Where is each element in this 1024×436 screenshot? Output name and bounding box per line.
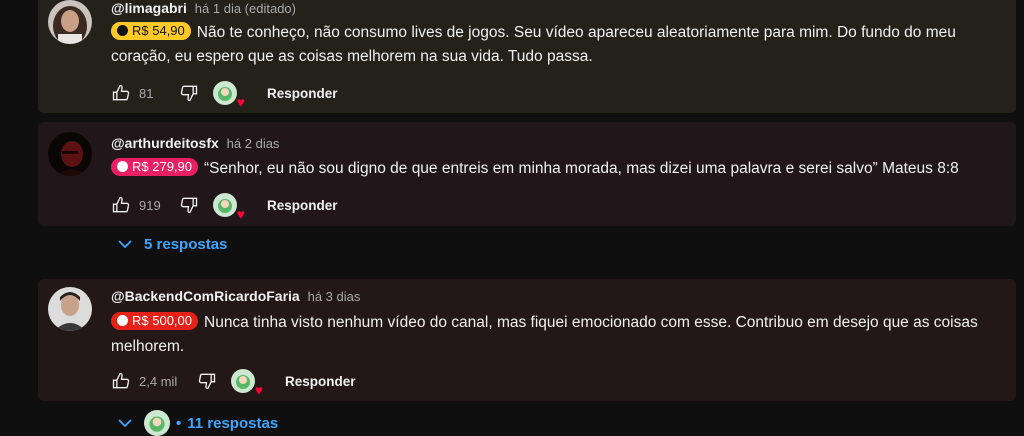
creator-avatar	[144, 410, 170, 436]
creator-heart-icon: ♥	[231, 367, 263, 397]
reply-button[interactable]: Responder	[285, 374, 356, 389]
author-handle[interactable]: @limagabri	[111, 0, 187, 16]
comment-2: @arthurdeitosfx há 2 dias R$ 279,90 “Sen…	[38, 122, 1016, 226]
comment-actions: 2,4 mil ♥ Responder	[111, 367, 356, 397]
separator-dot: •	[176, 414, 182, 432]
comment-header: @arthurdeitosfx há 2 dias	[111, 135, 279, 151]
comment-time[interactable]: há 1 dia (editado)	[195, 1, 296, 16]
creator-heart-icon: ♥	[213, 79, 245, 109]
thumb-down-icon[interactable]	[179, 83, 199, 103]
comment-body: “Senhor, eu não sou digno de que entreis…	[204, 160, 959, 177]
comment-header: @limagabri há 1 dia (editado)	[111, 0, 296, 16]
comment-text: R$ 500,00 Nunca tinha visto nenhum vídeo…	[111, 311, 986, 359]
avatar[interactable]	[48, 0, 92, 44]
replies-count: 11 respostas	[187, 414, 279, 432]
comment-header: @BackendComRicardoFaria há 3 dias	[111, 288, 360, 304]
comment-actions: 81 ♥ Responder	[111, 79, 338, 109]
comment-time[interactable]: há 3 dias	[308, 289, 361, 304]
comment-body: Nunca tinha visto nenhum vídeo do canal,…	[111, 314, 978, 355]
thumb-up-icon[interactable]	[111, 195, 131, 215]
author-handle[interactable]: @BackendComRicardoFaria	[111, 288, 300, 304]
replies-count: 5 respostas	[144, 235, 228, 253]
thumb-up-icon[interactable]	[111, 83, 131, 103]
creator-avatar	[213, 81, 237, 105]
reply-button[interactable]: Responder	[267, 198, 338, 213]
comment-body: Não te conheço, não consumo lives de jog…	[111, 24, 956, 65]
comment-actions: 919 ♥ Responder	[111, 191, 338, 221]
super-thanks-amount: R$ 54,90	[132, 22, 185, 38]
super-thanks-amount: R$ 500,00	[132, 312, 192, 328]
super-thanks-icon	[117, 161, 128, 172]
creator-avatar	[231, 369, 255, 393]
comment-text: R$ 279,90 “Senhor, eu não sou digno de q…	[111, 157, 986, 181]
view-replies-button[interactable]: • 11 respostas	[116, 410, 278, 436]
chevron-down-icon	[116, 235, 134, 253]
comment-time[interactable]: há 2 dias	[227, 136, 280, 151]
creator-avatar	[213, 193, 237, 217]
thumb-up-icon[interactable]	[111, 371, 131, 391]
view-replies-button[interactable]: 5 respostas	[116, 235, 227, 253]
comment-3: @BackendComRicardoFaria há 3 dias R$ 500…	[38, 279, 1016, 401]
like-count: 919	[139, 197, 161, 213]
thumb-down-icon[interactable]	[179, 195, 199, 215]
super-thanks-amount: R$ 279,90	[132, 158, 192, 174]
reply-button[interactable]: Responder	[267, 86, 338, 101]
super-thanks-badge: R$ 500,00	[111, 311, 198, 330]
super-thanks-badge: R$ 279,90	[111, 157, 198, 176]
avatar[interactable]	[48, 132, 92, 176]
creator-heart-icon: ♥	[213, 191, 245, 221]
avatar[interactable]	[48, 287, 92, 331]
super-thanks-badge: R$ 54,90	[111, 21, 191, 40]
super-thanks-icon	[117, 25, 128, 36]
chevron-down-icon	[116, 414, 134, 432]
like-count: 81	[139, 85, 154, 101]
author-handle[interactable]: @arthurdeitosfx	[111, 135, 219, 151]
comment-1: @limagabri há 1 dia (editado) R$ 54,90 N…	[38, 0, 1016, 113]
super-thanks-icon	[117, 315, 128, 326]
comment-text: R$ 54,90 Não te conheço, não consumo liv…	[111, 21, 986, 69]
thumb-down-icon[interactable]	[197, 371, 217, 391]
like-count: 2,4 mil	[139, 373, 178, 389]
